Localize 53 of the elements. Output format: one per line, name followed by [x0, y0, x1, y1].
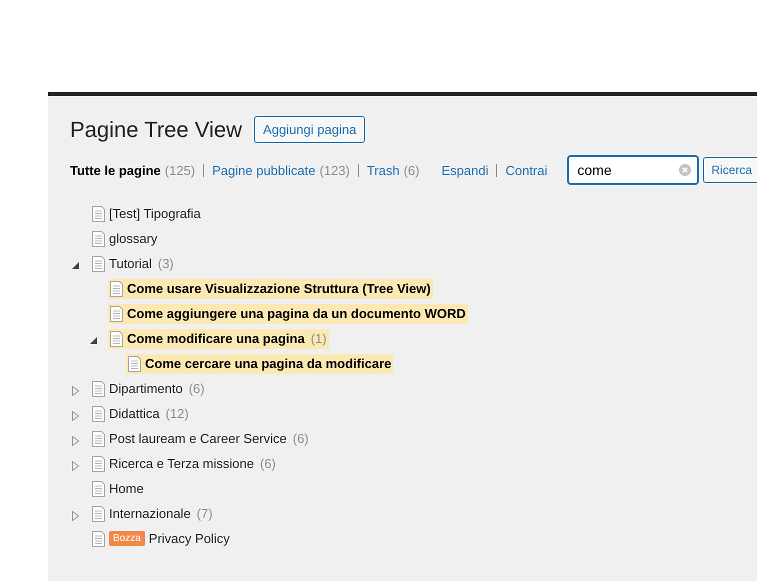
- filter-link[interactable]: Trash: [366, 162, 400, 178]
- child-count: (6): [260, 456, 276, 471]
- clear-icon[interactable]: [679, 164, 692, 176]
- page-link[interactable]: [Test] Tipografia: [109, 206, 201, 221]
- child-count: (6): [188, 381, 205, 396]
- expand-arrow-icon[interactable]: [72, 410, 79, 420]
- page-icon: [92, 530, 105, 546]
- page-link[interactable]: Didattica: [109, 406, 160, 421]
- page-icon: [92, 406, 105, 422]
- child-count: (6): [292, 431, 309, 446]
- page-title: Pagine Tree View: [70, 116, 242, 142]
- filter-count: (6): [404, 162, 420, 178]
- add-page-button[interactable]: Aggiungi pagina: [254, 116, 366, 143]
- page-icon: [110, 280, 123, 296]
- page-icon: [128, 356, 141, 372]
- page-icon: [92, 256, 105, 272]
- page-link[interactable]: Post lauream e Career Service: [109, 431, 287, 446]
- page-link[interactable]: Home: [109, 481, 144, 496]
- expand-arrow-icon[interactable]: [72, 386, 79, 396]
- collapse-arrow-icon[interactable]: [90, 337, 97, 344]
- page-icon: [110, 330, 123, 346]
- page-icon: [92, 430, 105, 446]
- page-link[interactable]: glossary: [109, 231, 158, 246]
- page-link[interactable]: Ricerca e Terza missione: [109, 456, 254, 471]
- draft-badge: Bozza: [109, 531, 145, 546]
- search-field[interactable]: come: [567, 155, 700, 185]
- filter-count: (123): [319, 162, 350, 178]
- page-icon: [110, 306, 123, 322]
- tree-action-link[interactable]: Contrai: [505, 162, 548, 178]
- page-icon: [92, 230, 105, 246]
- filter-link[interactable]: Tutte le pagine: [70, 162, 161, 178]
- collapse-arrow-icon[interactable]: [72, 262, 79, 269]
- child-count: (7): [196, 506, 213, 521]
- expand-arrow-icon[interactable]: [72, 460, 79, 470]
- page-icon: [92, 380, 105, 396]
- page-link[interactable]: Internazionale: [109, 506, 191, 521]
- child-count: (12): [166, 406, 189, 421]
- filter-count: (125): [164, 162, 196, 178]
- page-link[interactable]: Come modificare una pagina: [127, 331, 305, 346]
- expand-arrow-icon[interactable]: [72, 510, 79, 520]
- child-count: (3): [158, 256, 174, 271]
- page-link[interactable]: Dipartimento: [109, 381, 183, 396]
- page-icon: [92, 506, 105, 522]
- filter-link[interactable]: Pagine pubblicate: [212, 162, 316, 178]
- tree-action-link[interactable]: Espandi: [441, 162, 488, 178]
- search-button[interactable]: Ricerca: [703, 157, 757, 183]
- page-icon: [92, 206, 105, 222]
- page-link[interactable]: Privacy Policy: [148, 531, 230, 546]
- page-link[interactable]: Tutorial: [109, 256, 152, 271]
- child-count: (1): [310, 331, 327, 346]
- page-icon: [92, 480, 105, 496]
- expand-arrow-icon[interactable]: [72, 436, 79, 446]
- page-icon: [92, 456, 105, 472]
